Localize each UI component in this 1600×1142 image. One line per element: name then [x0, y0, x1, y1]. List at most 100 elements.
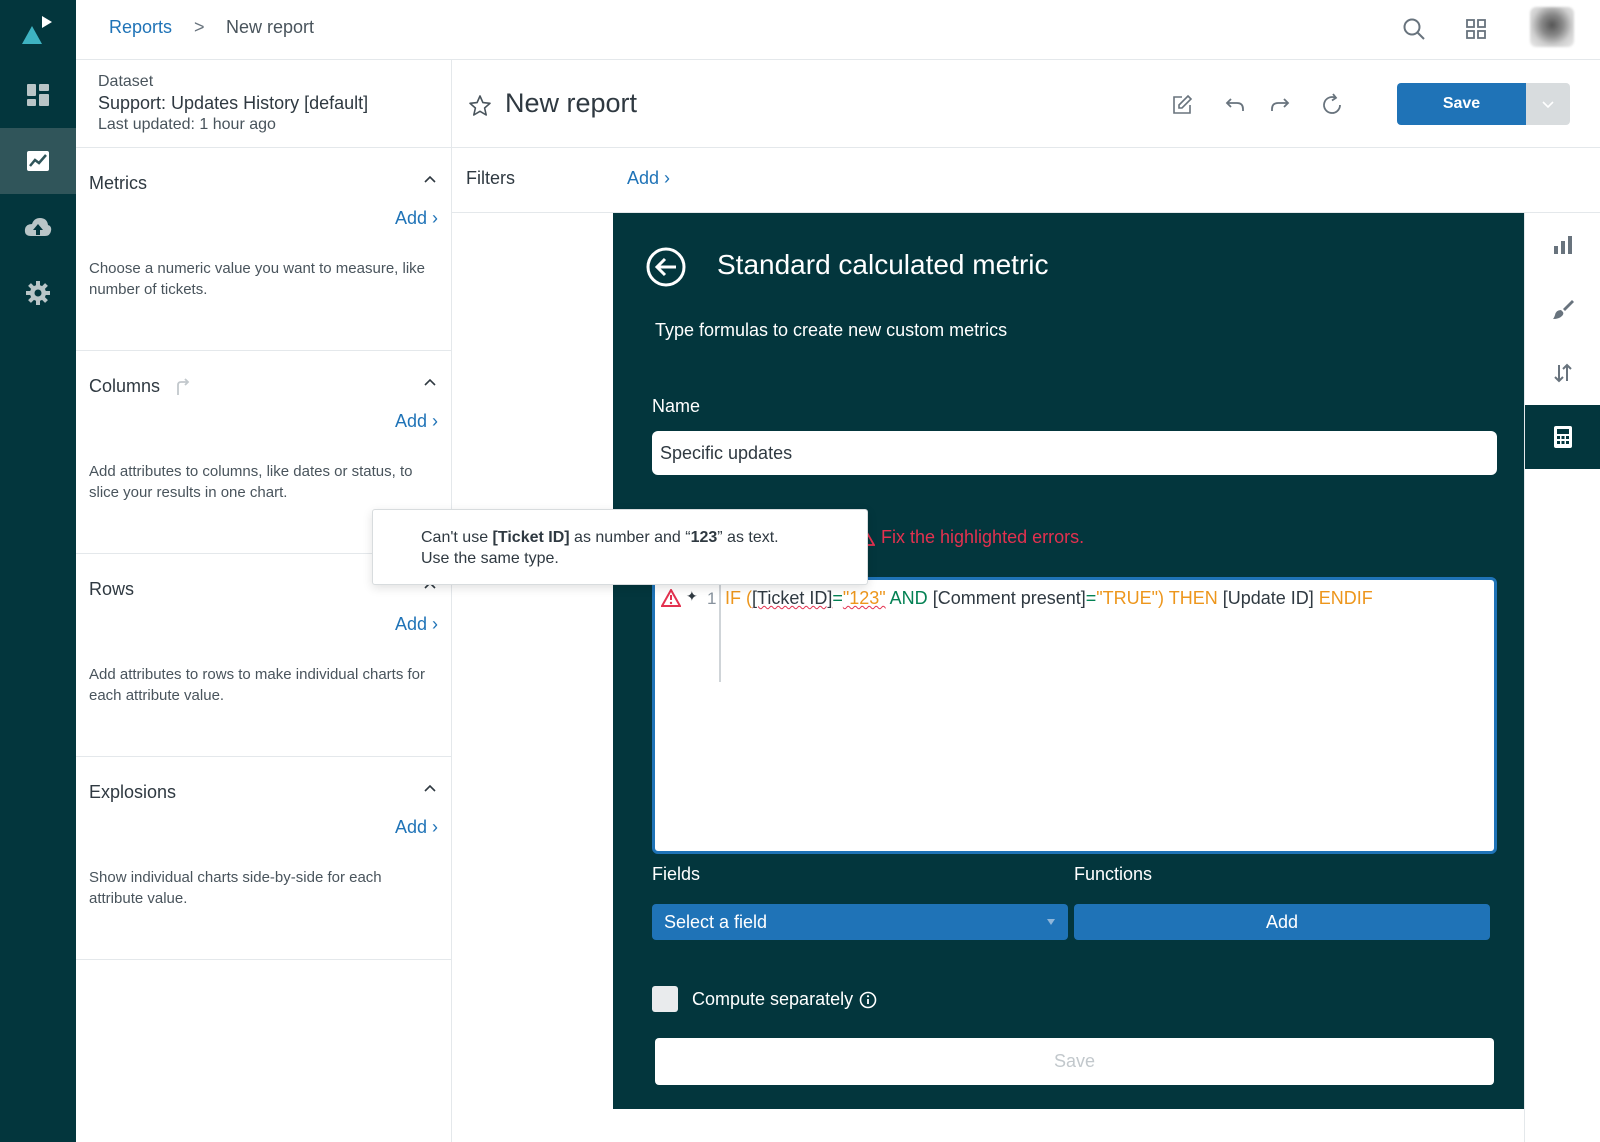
- metric-name-input[interactable]: [652, 431, 1497, 475]
- dataset-info: Dataset Support: Updates History [defaul…: [76, 60, 452, 148]
- formula-editor[interactable]: ✦ 1 IF ([Ticket ID]="123" AND [Comment p…: [652, 577, 1497, 854]
- redo-icon[interactable]: [1266, 90, 1296, 120]
- chevron-up-icon[interactable]: [422, 172, 438, 188]
- compute-separately-label: Compute separately: [692, 989, 877, 1010]
- calculated-metric-title: Standard calculated metric: [717, 249, 1049, 280]
- metrics-description: Choose a numeric value you want to measu…: [89, 260, 426, 298]
- chevron-up-icon[interactable]: [422, 375, 438, 391]
- tooltip-text: as number and “: [569, 529, 691, 546]
- filters-add-link[interactable]: Add ›: [627, 168, 670, 189]
- metrics-add-link[interactable]: Add ›: [395, 208, 438, 229]
- gutter-divider: [719, 580, 721, 682]
- rows-title: Rows: [89, 579, 135, 599]
- explosions-title: Explosions: [89, 782, 177, 802]
- columns-add-link[interactable]: Add ›: [395, 411, 438, 432]
- metrics-title: Metrics: [89, 173, 147, 193]
- token-field: [Update ID]: [1222, 588, 1314, 608]
- token-string-error: "123": [842, 588, 886, 608]
- tooltip-text: Can't use: [421, 529, 493, 546]
- nav-reports[interactable]: [0, 128, 76, 194]
- add-function-button[interactable]: Add: [1074, 904, 1490, 940]
- columns-description: Add attributes to columns, like dates or…: [89, 463, 413, 501]
- compute-separately-checkbox[interactable]: [652, 986, 678, 1012]
- tooltip-text: ” as text.: [717, 529, 779, 546]
- breadcrumb-reports-link[interactable]: Reports: [109, 17, 172, 38]
- tooltip-field: [Ticket ID]: [492, 529, 570, 546]
- explosions-section: Explosions Add › Show individual charts …: [76, 757, 452, 960]
- search-icon[interactable]: [1399, 14, 1429, 44]
- gear-icon: [26, 281, 50, 305]
- columns-title: Columns: [89, 376, 192, 397]
- token-field-error: [Ticket ID]: [752, 588, 833, 608]
- token-operator: AND: [885, 588, 933, 608]
- paintbrush-icon: [1552, 298, 1574, 320]
- rail-format[interactable]: [1525, 277, 1600, 341]
- report-title[interactable]: New report: [505, 88, 637, 119]
- swap-arrows-icon[interactable]: [172, 377, 192, 397]
- rail-visualization[interactable]: [1525, 213, 1600, 277]
- compute-separately-text: Compute separately: [692, 989, 854, 1009]
- fold-marker-icon: ✦: [686, 588, 698, 604]
- save-metric-button[interactable]: Save: [655, 1038, 1494, 1085]
- line-error-icon[interactable]: [661, 589, 681, 607]
- product-tray-icon[interactable]: [1461, 14, 1491, 44]
- bar-chart-icon: [1552, 234, 1574, 256]
- token-operator: =: [832, 588, 843, 608]
- breadcrumb-current: New report: [226, 17, 315, 37]
- nav-settings[interactable]: [0, 260, 76, 326]
- tooltip-value: 123: [690, 529, 718, 546]
- cloud-upload-icon: [23, 216, 53, 238]
- field-select-dropdown[interactable]: Select a field: [652, 904, 1068, 940]
- error-tooltip: Can't use [Ticket ID] as number and “123…: [372, 509, 868, 585]
- breadcrumb-separator: >: [194, 17, 205, 37]
- formula-code[interactable]: IF ([Ticket ID]="123" AND [Comment prese…: [725, 588, 1373, 609]
- dataset-updated: Last updated: 1 hour ago: [98, 116, 276, 133]
- user-avatar[interactable]: [1530, 7, 1574, 47]
- token-string: "TRUE"): [1096, 588, 1165, 608]
- save-report-button[interactable]: Save: [1397, 83, 1526, 125]
- token-keyword: IF (: [725, 588, 752, 608]
- metrics-section: Metrics Add › Choose a numeric value you…: [76, 148, 452, 351]
- edit-pencil-icon[interactable]: [1167, 90, 1197, 120]
- refresh-icon[interactable]: [1317, 90, 1347, 120]
- calculator-icon: [1553, 425, 1573, 449]
- token-field: [Comment present]: [932, 588, 1086, 608]
- explosions-description: Show individual charts side-by-side for …: [89, 869, 382, 907]
- chevron-up-icon[interactable]: [422, 781, 438, 797]
- star-icon[interactable]: [468, 94, 492, 118]
- reports-chart-icon: [26, 150, 50, 172]
- formula-error-message: Fix the highlighted errors.: [857, 527, 1084, 548]
- sort-arrows-icon: [1552, 362, 1574, 384]
- calculated-metric-subtitle: Type formulas to create new custom metri…: [655, 320, 1008, 340]
- undo-icon[interactable]: [1219, 90, 1249, 120]
- rows-description: Add attributes to rows to make individua…: [89, 666, 425, 704]
- tooltip-line-1: Can't use [Ticket ID] as number and “123…: [421, 527, 819, 548]
- filters-bar: Filters Add ›: [452, 148, 1600, 213]
- save-options-chevron-icon[interactable]: [1526, 83, 1570, 125]
- report-config-panel: Dataset Support: Updates History [defaul…: [76, 60, 452, 1142]
- calculated-metric-panel: Standard calculated metric Type formulas…: [613, 213, 1524, 1109]
- field-select-value: Select a field: [664, 911, 768, 932]
- token-keyword: ENDIF: [1313, 588, 1373, 608]
- token-operator: =: [1085, 588, 1097, 608]
- tooltip-line-2: Use the same type.: [421, 550, 559, 567]
- rows-add-link[interactable]: Add ›: [395, 614, 438, 635]
- dataset-name: Support: Updates History [default]: [98, 93, 369, 113]
- info-icon[interactable]: [859, 991, 877, 1009]
- token-keyword: THEN: [1164, 588, 1223, 608]
- nav-datasets[interactable]: [0, 194, 76, 260]
- rail-sort[interactable]: [1525, 341, 1600, 405]
- explosions-add-link[interactable]: Add ›: [395, 817, 438, 838]
- tool-rail: [1524, 213, 1600, 1142]
- fields-label: Fields: [652, 864, 701, 884]
- name-label: Name: [652, 396, 701, 416]
- explore-logo-icon[interactable]: [18, 12, 58, 48]
- report-header: New report Save: [452, 60, 1600, 148]
- nav-dashboards[interactable]: [0, 62, 76, 128]
- rail-calculations[interactable]: [1525, 405, 1600, 469]
- dashboard-icon: [26, 83, 50, 107]
- back-arrow-icon[interactable]: [645, 246, 687, 288]
- filters-label: Filters: [466, 168, 515, 188]
- error-text: Fix the highlighted errors.: [881, 527, 1085, 547]
- dataset-label: Dataset: [98, 73, 154, 90]
